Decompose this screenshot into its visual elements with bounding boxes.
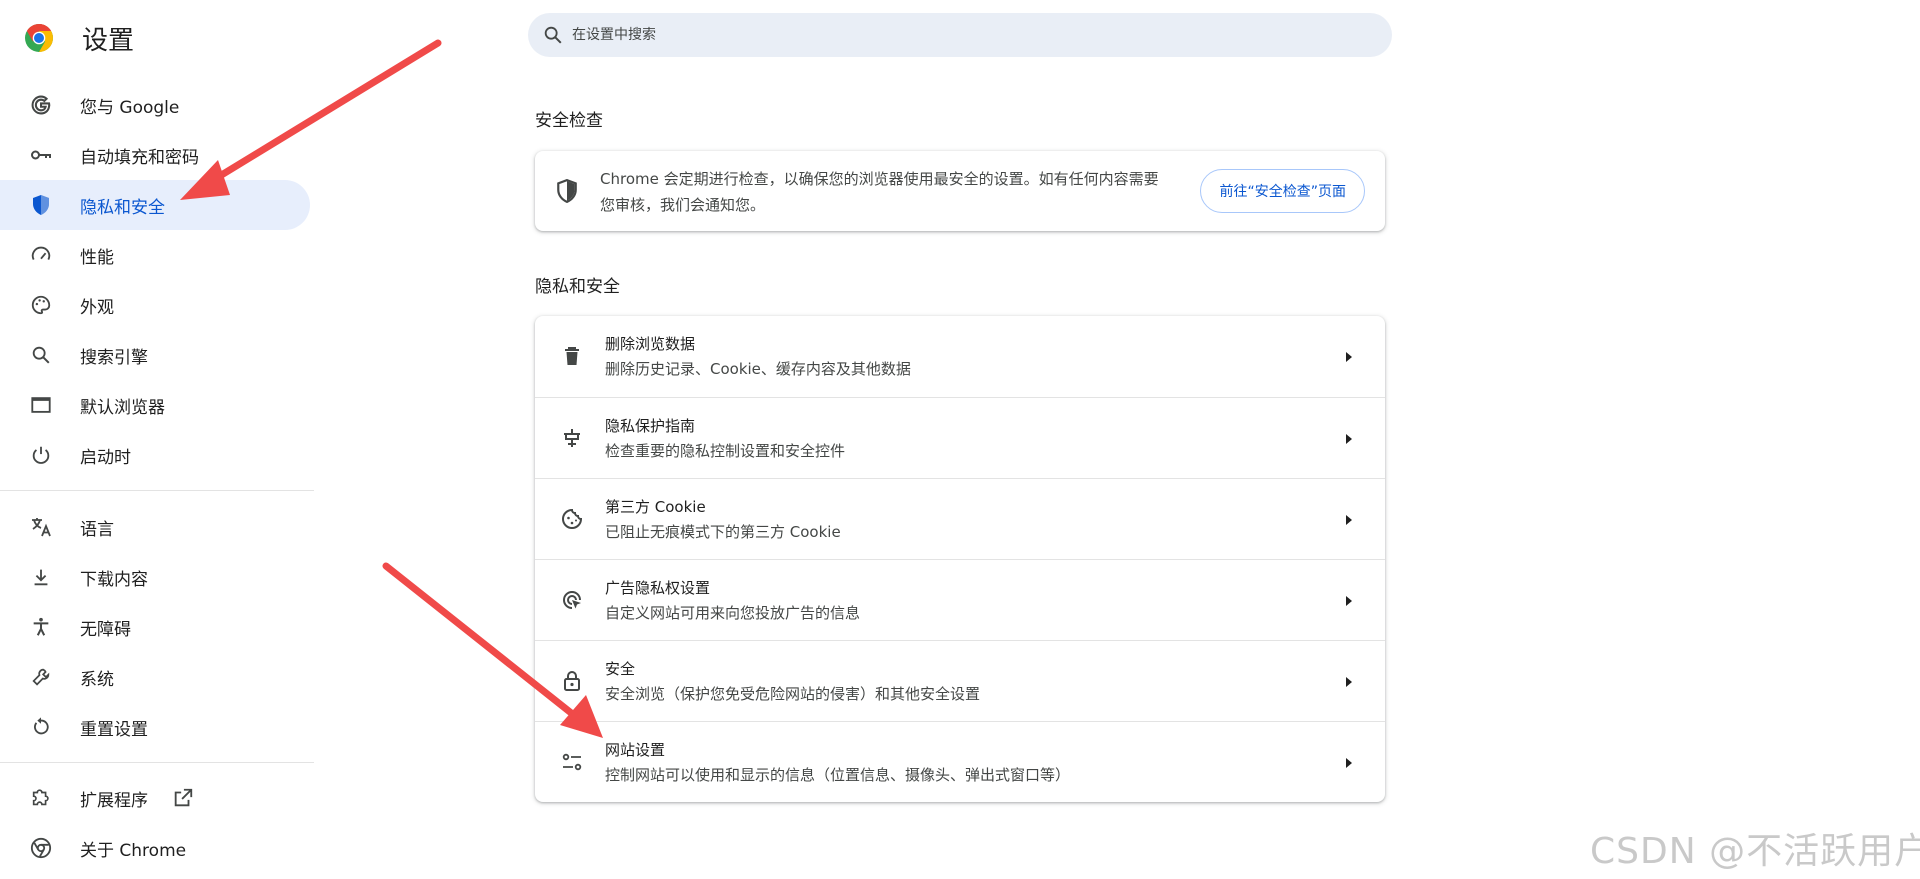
- palette-icon: [29, 293, 53, 317]
- row-subtitle: 检查重要的隐私控制设置和安全控件: [605, 442, 846, 460]
- arrow-right-icon: [1346, 758, 1352, 768]
- chrome-logo-icon: [25, 24, 53, 52]
- sidebar-item-label: 搜索引擎: [80, 347, 148, 368]
- sidebar-item-label: 重置设置: [80, 719, 148, 740]
- arrow-right-icon: [1346, 434, 1352, 444]
- row-ad-privacy[interactable]: 广告隐私权设置 自定义网站可用来向您投放广告的信息: [535, 559, 1385, 640]
- sidebar-item-label: 您与 Google: [80, 97, 180, 118]
- key-icon: [29, 143, 53, 167]
- lock-icon: [564, 671, 580, 691]
- row-subtitle: 已阻止无痕模式下的第三方 Cookie: [605, 523, 841, 541]
- speedometer-icon: [29, 243, 53, 267]
- sidebar-item-label: 外观: [80, 297, 114, 318]
- row-third-party-cookies[interactable]: 第三方 Cookie 已阻止无痕模式下的第三方 Cookie: [535, 478, 1385, 559]
- sidebar-item-downloads[interactable]: 下载内容: [0, 552, 310, 602]
- search-icon: [544, 26, 562, 44]
- sidebar-item-you-and-google[interactable]: 您与 Google: [0, 80, 310, 130]
- shield-icon: [557, 179, 577, 203]
- sidebar-item-label: 关于 Chrome: [80, 840, 187, 861]
- safety-check-description: Chrome 会定期进行检查，以确保您的浏览器使用最安全的设置。如有任何内容需要…: [600, 170, 1159, 214]
- row-privacy-guide[interactable]: 隐私保护指南 检查重要的隐私控制设置和安全控件: [535, 397, 1385, 478]
- sidebar-item-label: 语言: [80, 519, 114, 540]
- reset-icon: [29, 715, 53, 739]
- sidebar-item-extensions[interactable]: 扩展程序: [0, 773, 310, 823]
- sidebar-item-label: 性能: [80, 247, 114, 268]
- chrome-icon: [29, 836, 53, 860]
- sidebar-item-on-startup[interactable]: 启动时: [0, 430, 310, 480]
- puzzle-icon: [29, 786, 53, 810]
- sidebar-divider: [0, 490, 314, 491]
- sidebar-item-label: 自动填充和密码: [80, 147, 199, 168]
- arrow-right-icon: [1346, 596, 1352, 606]
- row-title: 第三方 Cookie: [605, 498, 706, 516]
- accessibility-icon: [29, 615, 53, 639]
- sidebar-item-search-engine[interactable]: 搜索引擎: [0, 330, 310, 380]
- row-subtitle: 控制网站可以使用和显示的信息（位置信息、摄像头、弹出式窗口等）: [605, 766, 1071, 784]
- row-security[interactable]: 安全 安全浏览（保护您免受危险网站的侵害）和其他安全设置: [535, 640, 1385, 721]
- sidebar-item-reset-settings[interactable]: 重置设置: [0, 702, 310, 752]
- row-subtitle: 删除历史记录、Cookie、缓存内容及其他数据: [605, 360, 911, 378]
- page-title: 设置: [82, 25, 135, 56]
- arrow-right-icon: [1346, 352, 1352, 362]
- sidebar-item-autofill[interactable]: 自动填充和密码: [0, 130, 310, 180]
- sidebar-item-label: 启动时: [80, 447, 131, 468]
- safety-check-card: Chrome 会定期进行检查，以确保您的浏览器使用最安全的设置。如有任何内容需要…: [535, 151, 1385, 231]
- site-settings-icon: [562, 753, 582, 771]
- sidebar-item-privacy-security[interactable]: 隐私和安全: [0, 180, 310, 230]
- sidebar-item-label: 无障碍: [80, 619, 131, 640]
- privacy-guide-icon: [564, 429, 580, 447]
- sidebar-item-performance[interactable]: 性能: [0, 230, 310, 280]
- google-icon: [29, 93, 53, 117]
- privacy-section-title: 隐私和安全: [535, 277, 620, 297]
- sidebar-item-label: 默认浏览器: [80, 397, 165, 418]
- sidebar-item-accessibility[interactable]: 无障碍: [0, 602, 310, 652]
- go-to-safety-check-button[interactable]: 前往“安全检查”页面: [1200, 169, 1365, 213]
- sidebar-divider: [0, 762, 314, 763]
- sidebar-item-label: 下载内容: [80, 569, 148, 590]
- sidebar-item-about-chrome[interactable]: 关于 Chrome: [0, 823, 310, 873]
- search-icon: [29, 343, 53, 367]
- row-title: 隐私保护指南: [605, 417, 696, 435]
- watermark: CSDN @不活跃用户: [1590, 831, 1920, 872]
- shield-icon: [29, 193, 53, 217]
- brand: 设置: [24, 18, 134, 58]
- sidebar-item-languages[interactable]: 语言: [0, 502, 310, 552]
- privacy-card: 删除浏览数据 删除历史记录、Cookie、缓存内容及其他数据 隐私保护指南 检查…: [535, 316, 1385, 802]
- safety-check-title: 安全检查: [535, 111, 603, 131]
- settings-page: 设置 您与 Google 自动填充和密码 隐私和安全 性能 外观 搜索引擎 默认…: [0, 0, 1920, 879]
- sidebar-item-label: 扩展程序: [80, 790, 148, 811]
- power-icon: [29, 443, 53, 467]
- browser-window-icon: [29, 393, 53, 417]
- sidebar-item-system[interactable]: 系统: [0, 652, 310, 702]
- trash-icon: [565, 347, 579, 365]
- sidebar-item-label: 系统: [80, 669, 114, 690]
- search-input[interactable]: [570, 13, 1370, 57]
- sidebar-item-appearance[interactable]: 外观: [0, 280, 310, 330]
- arrow-right-icon: [1346, 515, 1352, 525]
- arrow-right-icon: [1346, 677, 1352, 687]
- sidebar-item-default-browser[interactable]: 默认浏览器: [0, 380, 310, 430]
- open-in-new-icon: [172, 787, 194, 809]
- download-icon: [29, 565, 53, 589]
- row-title: 删除浏览数据: [605, 335, 696, 353]
- row-site-settings[interactable]: 网站设置 控制网站可以使用和显示的信息（位置信息、摄像头、弹出式窗口等）: [535, 721, 1385, 802]
- row-title: 安全: [605, 660, 636, 678]
- ad-privacy-icon: [563, 591, 581, 609]
- sidebar: 设置 您与 Google 自动填充和密码 隐私和安全 性能 外观 搜索引擎 默认…: [0, 0, 320, 879]
- row-title: 网站设置: [605, 741, 666, 759]
- row-subtitle: 安全浏览（保护您免受危险网站的侵害）和其他安全设置: [605, 685, 981, 703]
- row-subtitle: 自定义网站可用来向您投放广告的信息: [605, 604, 861, 622]
- row-clear-browsing-data[interactable]: 删除浏览数据 删除历史记录、Cookie、缓存内容及其他数据: [535, 316, 1385, 397]
- settings-search: [528, 13, 1392, 57]
- wrench-icon: [29, 665, 53, 689]
- translate-icon: [29, 515, 53, 539]
- sidebar-item-label: 隐私和安全: [80, 197, 165, 218]
- cookie-icon: [562, 508, 583, 529]
- row-title: 广告隐私权设置: [605, 579, 711, 597]
